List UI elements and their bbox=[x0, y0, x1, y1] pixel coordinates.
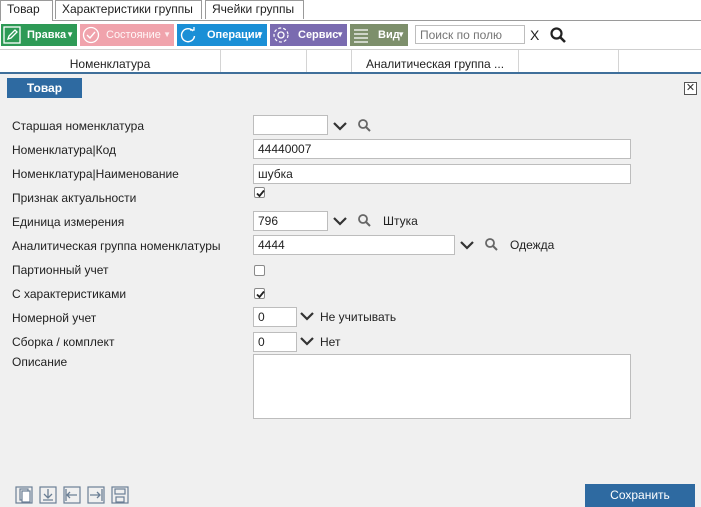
tab-group-characteristics[interactable]: Характеристики группы bbox=[55, 0, 202, 19]
batch-label: Партионный учет bbox=[12, 263, 109, 277]
column-header-empty[interactable] bbox=[307, 50, 352, 72]
chevron-down-icon: ▼ bbox=[163, 30, 171, 39]
batch-checkbox[interactable] bbox=[254, 265, 265, 276]
analytic-group-label: Аналитическая группа номенклатуры bbox=[12, 239, 221, 253]
search-icon[interactable] bbox=[357, 213, 371, 227]
kit-label: Сборка / комплект bbox=[12, 335, 115, 349]
chevron-down-icon[interactable] bbox=[333, 120, 347, 132]
toolbar: Правка ▼ Состояние ▼ Операции ▼ Сервис ▼… bbox=[0, 22, 701, 50]
column-header-empty[interactable] bbox=[519, 50, 619, 72]
copy-icon[interactable] bbox=[15, 486, 33, 504]
description-label: Описание bbox=[12, 355, 68, 369]
column-header-nomenclature[interactable]: Номенклатура bbox=[0, 50, 221, 72]
search-icon[interactable] bbox=[484, 237, 498, 251]
save-button[interactable]: Сохранить bbox=[585, 484, 695, 507]
export-icon[interactable] bbox=[87, 486, 105, 504]
download-icon[interactable] bbox=[39, 486, 57, 504]
column-header-empty[interactable] bbox=[221, 50, 307, 72]
unit-name: Штука bbox=[383, 214, 418, 228]
code-label: Номенклатура|Код bbox=[12, 143, 117, 157]
search-input[interactable] bbox=[415, 25, 525, 44]
characteristics-label: С характеристиками bbox=[12, 287, 127, 301]
serial-label: Номерной учет bbox=[12, 311, 97, 325]
serial-name: Не учитывать bbox=[320, 310, 397, 324]
analytic-group-input[interactable]: 4444 bbox=[253, 235, 455, 255]
actual-label: Признак актуальности bbox=[12, 191, 137, 205]
tab-tovar[interactable]: Товар bbox=[0, 0, 53, 21]
operations-label: Операции bbox=[207, 29, 262, 41]
service-label: Сервис bbox=[298, 29, 339, 41]
name-input[interactable]: шубка bbox=[253, 164, 631, 184]
save-icon[interactable] bbox=[111, 486, 129, 504]
column-header-analytic-group[interactable]: Аналитическая группа ... bbox=[352, 50, 519, 72]
check-circle-icon bbox=[82, 26, 100, 44]
parent-nomenclature-label: Старшая номенклатура bbox=[12, 119, 144, 133]
product-dialog: Товар ✕ Старшая номенклатура Номенклатур… bbox=[0, 72, 701, 507]
tab-group-cells[interactable]: Ячейки группы bbox=[205, 0, 304, 19]
close-button[interactable]: ✕ bbox=[684, 82, 697, 95]
kit-name: Нет bbox=[320, 335, 341, 349]
chevron-down-icon: ▼ bbox=[336, 30, 344, 39]
serial-input[interactable]: 0 bbox=[253, 307, 297, 327]
view-button[interactable]: Вид ▼ bbox=[350, 24, 408, 46]
characteristics-checkbox[interactable] bbox=[254, 288, 265, 299]
list-icon bbox=[354, 29, 368, 43]
check-icon bbox=[256, 189, 265, 198]
gear-icon bbox=[273, 27, 289, 43]
unit-label: Единица измерения bbox=[12, 215, 125, 229]
analytic-group-name: Одежда bbox=[510, 238, 555, 252]
service-button[interactable]: Сервис ▼ bbox=[270, 24, 347, 46]
check-icon bbox=[256, 290, 265, 299]
state-label: Состояние bbox=[106, 29, 161, 41]
actual-checkbox[interactable] bbox=[254, 187, 265, 198]
tab-bar: Товар Характеристики группы Ячейки групп… bbox=[0, 0, 701, 21]
chevron-down-icon: ▼ bbox=[397, 30, 405, 39]
code-input[interactable]: 44440007 bbox=[253, 139, 631, 159]
operations-button[interactable]: Операции ▼ bbox=[177, 24, 267, 46]
refresh-icon bbox=[180, 27, 196, 43]
state-button[interactable]: Состояние ▼ bbox=[80, 24, 174, 46]
pencil-icon bbox=[3, 26, 21, 44]
description-textarea[interactable] bbox=[253, 354, 631, 419]
chevron-down-icon[interactable] bbox=[333, 215, 347, 227]
chevron-down-icon: ▼ bbox=[256, 30, 264, 39]
search-icon[interactable] bbox=[357, 118, 371, 132]
parent-nomenclature-input[interactable] bbox=[253, 115, 328, 135]
grid-header: Номенклатура Аналитическая группа ... bbox=[0, 50, 701, 73]
clear-search-button[interactable]: X bbox=[530, 27, 539, 43]
dialog-title: Товар bbox=[7, 78, 82, 98]
kit-input[interactable]: 0 bbox=[253, 332, 297, 352]
edit-label: Правка bbox=[27, 29, 67, 41]
unit-input[interactable]: 796 bbox=[253, 211, 328, 231]
name-label: Номенклатура|Наименование bbox=[12, 167, 179, 181]
chevron-down-icon[interactable] bbox=[460, 239, 474, 251]
search-icon[interactable] bbox=[549, 26, 567, 44]
chevron-down-icon: ▼ bbox=[66, 30, 74, 39]
import-icon[interactable] bbox=[63, 486, 81, 504]
chevron-down-icon[interactable] bbox=[300, 310, 314, 322]
edit-button[interactable]: Правка ▼ bbox=[1, 24, 77, 46]
chevron-down-icon[interactable] bbox=[300, 335, 314, 347]
